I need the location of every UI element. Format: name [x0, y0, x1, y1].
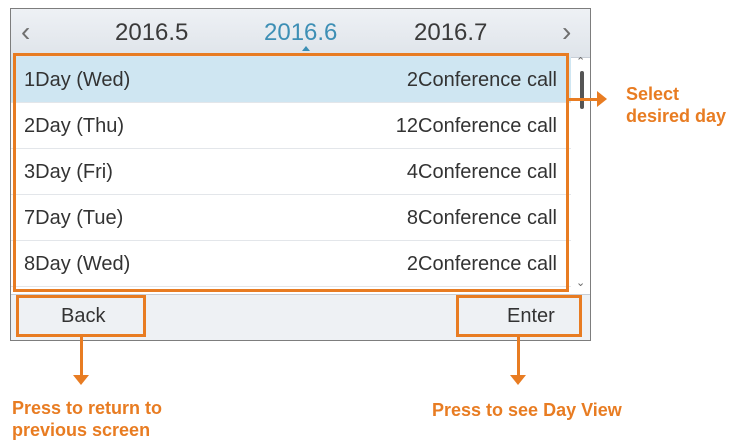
month-next[interactable]: 2016.7 — [414, 19, 487, 47]
chevron-right-icon[interactable]: › — [562, 17, 571, 47]
enter-annotation: Press to see Day View — [432, 400, 622, 420]
scroll-up-icon[interactable]: ⌃ — [576, 57, 585, 68]
day-list-highlight — [13, 53, 569, 292]
select-callout-line — [569, 98, 599, 101]
scroll-thumb[interactable] — [580, 71, 584, 109]
select-annotation-line2: desired day — [626, 106, 727, 126]
back-annotation: Press to return to previous screen — [12, 397, 162, 441]
scroll-down-icon[interactable]: ⌄ — [576, 278, 585, 289]
back-callout-line — [80, 337, 83, 377]
scrollbar[interactable]: ⌃ ⌄ — [575, 57, 589, 291]
arrow-down-icon — [73, 375, 89, 385]
back-annotation-line1: Press to return to — [12, 398, 163, 418]
arrow-right-icon — [597, 91, 607, 107]
arrow-down-icon — [510, 375, 526, 385]
chevron-left-icon[interactable]: ‹ — [21, 17, 30, 47]
month-prev[interactable]: 2016.5 — [115, 19, 188, 47]
select-day-annotation: Select desired day — [626, 83, 726, 127]
current-month-caret-icon — [302, 46, 310, 51]
enter-button-highlight — [456, 295, 582, 337]
month-navigation-bar: ‹ 2016.5 2016.6 2016.7 › — [11, 9, 590, 58]
select-annotation-line1: Select — [626, 84, 680, 104]
back-button-highlight — [16, 295, 146, 337]
back-annotation-line2: previous screen — [12, 420, 151, 440]
month-current: 2016.6 — [264, 19, 338, 46]
enter-callout-line — [517, 337, 520, 377]
